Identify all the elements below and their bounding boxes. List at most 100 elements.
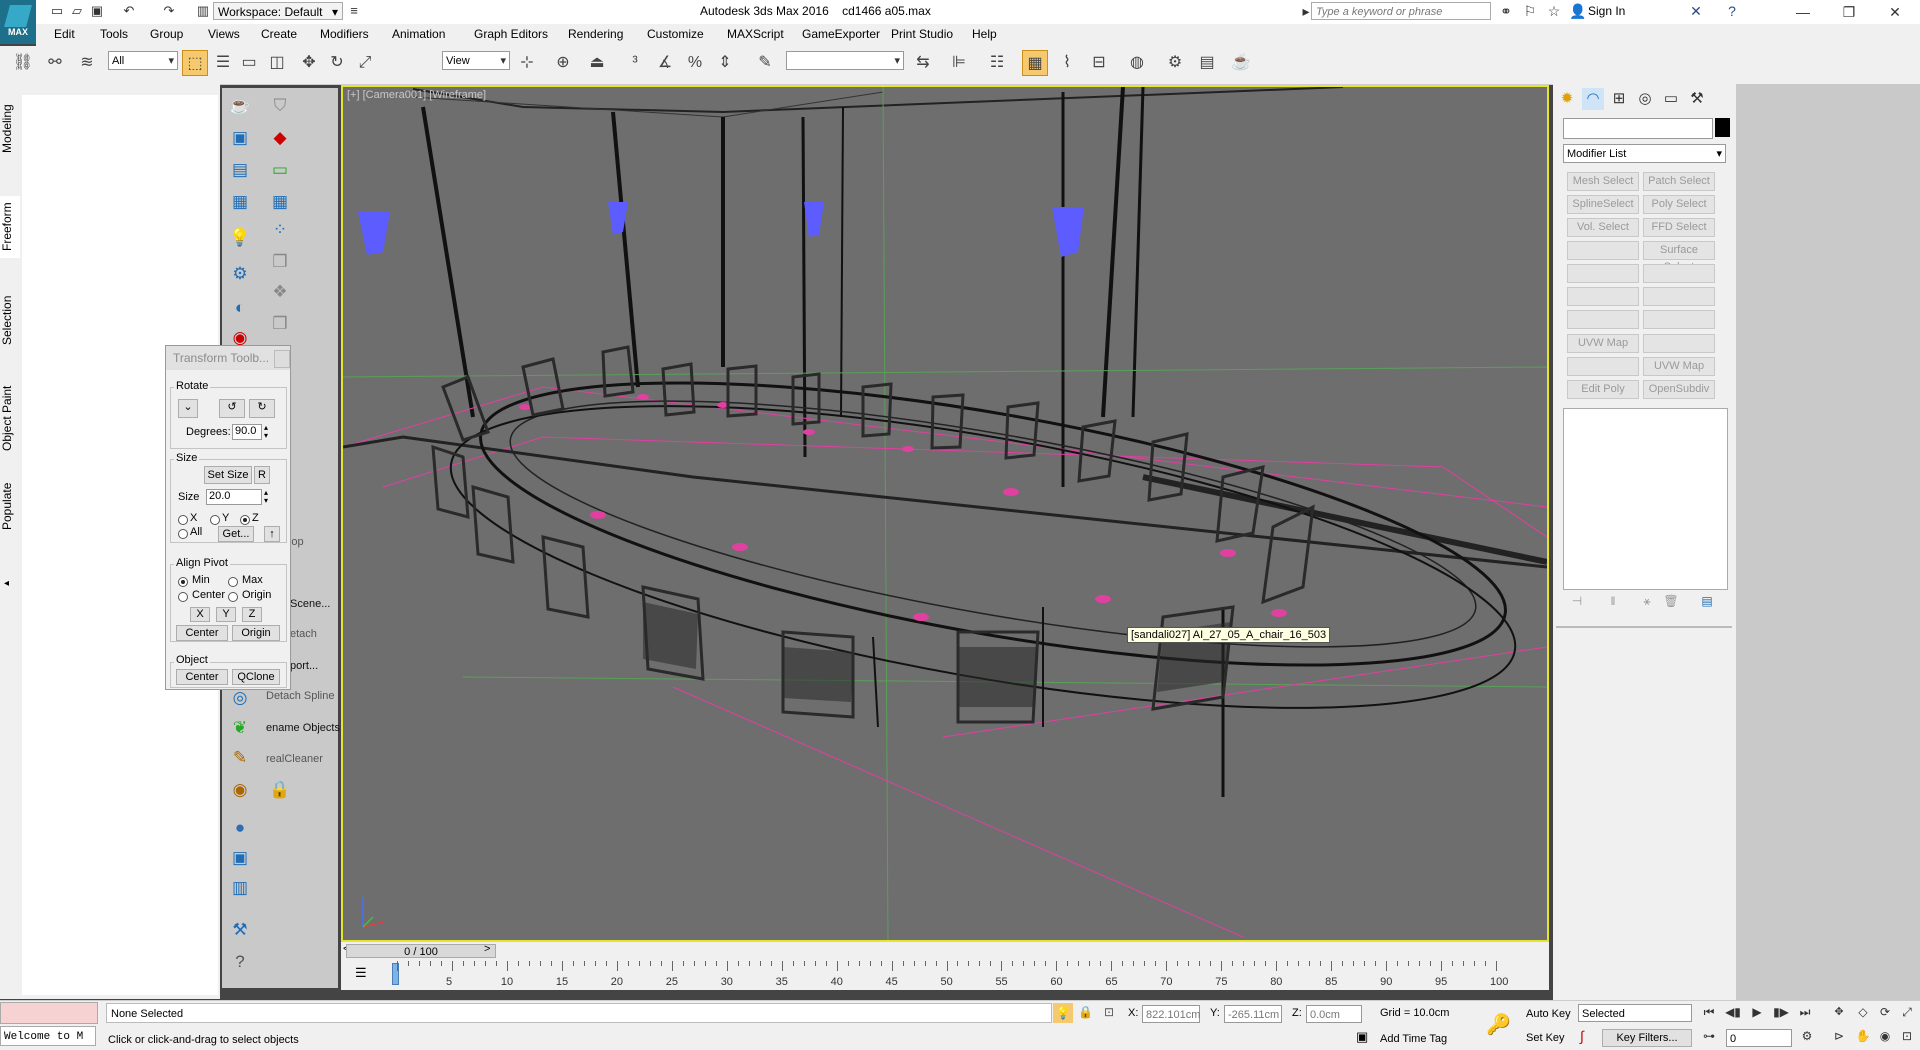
brush-icon[interactable]: ✎ xyxy=(228,746,252,770)
object-center-button[interactable]: Center xyxy=(176,669,228,685)
edit-poly-button[interactable]: Edit Poly xyxy=(1567,380,1639,399)
pivot-x-button[interactable]: X xyxy=(190,607,210,622)
goto-end-icon[interactable]: ⏭ xyxy=(1794,1002,1816,1022)
surface-select-button[interactable]: Surface Select xyxy=(1643,241,1715,273)
mesh-select-button[interactable]: Mesh Select xyxy=(1567,172,1639,191)
keyboard-shortcut-icon[interactable]: ⏏ xyxy=(584,50,610,76)
monitor-icon[interactable]: ▭ xyxy=(268,158,292,182)
field-of-view-icon[interactable]: ◇ xyxy=(1852,1002,1874,1022)
edit-named-sets-icon[interactable]: ✎ xyxy=(752,50,778,76)
axis-y-radio[interactable] xyxy=(210,515,220,525)
menu-group[interactable]: Group xyxy=(150,27,183,41)
key-tangent-icon[interactable]: ∫ xyxy=(1580,1028,1584,1044)
material-editor-icon[interactable]: ◍ xyxy=(1124,50,1150,76)
app-logo[interactable]: MAX xyxy=(0,0,36,44)
spline-select-button[interactable]: SplineSelect xyxy=(1567,195,1639,214)
plant-icon[interactable]: ❦ xyxy=(228,716,252,740)
maxscript-mini-listener[interactable]: Welcome to M xyxy=(0,1026,96,1046)
sphere-icon[interactable]: ◐ xyxy=(228,296,252,320)
next-key-icon[interactable]: ▮▶ xyxy=(1770,1002,1792,1022)
rotate-cw-icon[interactable]: ↻ xyxy=(249,399,275,418)
rotate-axis-dropdown[interactable]: ⌄ xyxy=(178,399,198,418)
reel-icon[interactable]: ◉ xyxy=(228,778,252,802)
render-setup-icon[interactable]: ⚙ xyxy=(1162,50,1188,76)
degrees-spinner[interactable]: ▴ ▾ xyxy=(264,424,268,440)
snaps-toggle-icon[interactable]: ³ xyxy=(622,50,648,76)
up-arrow-icon[interactable]: ↑ xyxy=(264,526,280,542)
cube-icon[interactable]: ❒ xyxy=(268,250,292,274)
key-mode-icon[interactable]: ⊶ xyxy=(1698,1026,1720,1046)
modifier-slot-button[interactable] xyxy=(1567,241,1639,260)
create-tab-icon[interactable]: ✹ xyxy=(1556,88,1578,110)
menu-maxscript[interactable]: MAXScript xyxy=(727,27,784,41)
menu-print-studio[interactable]: Print Studio xyxy=(891,27,953,41)
add-time-tag[interactable]: Add Time Tag xyxy=(1380,1033,1447,1045)
user-icon[interactable]: 👤 xyxy=(1568,2,1588,20)
undo-icon[interactable]: ↶ xyxy=(120,2,138,20)
save-file-icon[interactable]: ▣ xyxy=(88,2,106,20)
tab-modeling[interactable]: Modeling xyxy=(0,98,20,160)
command-label[interactable]: Detach Spline xyxy=(266,690,335,702)
rendered-frame-icon[interactable]: ▤ xyxy=(1194,50,1220,76)
menu-tools[interactable]: Tools xyxy=(100,27,128,41)
walkthrough-icon[interactable]: ⊳ xyxy=(1828,1026,1850,1046)
light-icon[interactable]: 💡 xyxy=(228,226,252,250)
bind-spacewarp-icon[interactable]: ≋ xyxy=(74,50,100,76)
get-button[interactable]: Get... xyxy=(218,526,254,542)
binoculars-icon[interactable]: ⚭ xyxy=(1496,2,1516,20)
calculator-icon[interactable]: ▤ xyxy=(228,158,252,182)
command-label[interactable]: ename Objects xyxy=(266,722,340,734)
percent-snap-icon[interactable]: % xyxy=(682,50,708,76)
search-input[interactable]: Type a keyword or phrase xyxy=(1311,2,1491,20)
modifier-slot-button[interactable] xyxy=(1643,334,1715,353)
pivot-max-radio[interactable] xyxy=(228,577,238,587)
maxscript-listener[interactable] xyxy=(0,1002,98,1024)
reference-coord-dropdown[interactable]: View xyxy=(442,51,510,71)
pan-view-icon[interactable]: ✥ xyxy=(1828,1002,1850,1022)
x-coord-field[interactable]: 822.101cm xyxy=(1142,1005,1200,1023)
modify-tab-icon[interactable]: ◠ xyxy=(1582,88,1604,110)
menu-modifiers[interactable]: Modifiers xyxy=(320,27,369,41)
object-color-swatch[interactable] xyxy=(1715,118,1730,137)
help-circle-icon[interactable]: ? xyxy=(228,950,252,974)
object-name-field[interactable] xyxy=(1563,118,1713,139)
tab-object-paint[interactable]: Object Paint xyxy=(0,382,20,454)
exchange-icon[interactable]: ✕ xyxy=(1686,2,1706,20)
next-frame-icon[interactable]: > xyxy=(484,943,490,955)
tab-selection[interactable]: Selection xyxy=(0,290,20,350)
menu-create[interactable]: Create xyxy=(261,27,297,41)
hierarchy-tab-icon[interactable]: ⊞ xyxy=(1608,88,1630,110)
time-tag-icon[interactable]: ▣ xyxy=(1356,1029,1368,1045)
box-icon[interactable]: ❒ xyxy=(268,312,292,336)
prev-key-icon[interactable]: ◀▮ xyxy=(1722,1002,1744,1022)
favorites-icon[interactable]: ☆ xyxy=(1544,2,1564,20)
grid-icon[interactable]: ▦ xyxy=(228,190,252,214)
degrees-input[interactable]: 90.0 xyxy=(232,424,262,440)
absolute-mode-icon[interactable]: ⊡ xyxy=(1104,1005,1114,1019)
viewport-label[interactable]: [+] [Camera001] [Wireframe] xyxy=(347,89,486,101)
modifier-slot-button[interactable] xyxy=(1567,287,1639,306)
sphere-blue-icon[interactable]: ● xyxy=(228,816,252,840)
qclone-button[interactable]: QClone xyxy=(232,669,280,685)
modifier-slot-button[interactable] xyxy=(1643,287,1715,306)
toolbox-close-icon[interactable] xyxy=(274,350,290,368)
time-config-icon[interactable]: ⚙ xyxy=(1796,1026,1818,1046)
menu-rendering[interactable]: Rendering xyxy=(568,27,623,41)
pivot-min-radio[interactable] xyxy=(178,577,188,587)
show-end-result-icon[interactable]: ‖ xyxy=(1602,594,1624,612)
link-icon[interactable]: ⛓ xyxy=(10,50,36,76)
help-icon[interactable]: ? xyxy=(1722,2,1742,20)
poly-select-button[interactable]: Poly Select xyxy=(1643,195,1715,214)
current-frame-field[interactable]: 0 xyxy=(1726,1029,1792,1047)
remove-modifier-icon[interactable]: 🗑 xyxy=(1660,594,1682,612)
rect-region-icon[interactable]: ▭ xyxy=(236,50,262,76)
layer-manager-icon[interactable]: ☷ xyxy=(984,50,1010,76)
uvw-map-button[interactable]: UVW Map xyxy=(1643,357,1715,376)
sign-in-link[interactable]: Sign In xyxy=(1588,4,1625,18)
schematic-view-icon[interactable]: ⊟ xyxy=(1086,50,1112,76)
menu-customize[interactable]: Customize xyxy=(647,27,704,41)
command-label[interactable]: etach xyxy=(290,628,317,640)
menu-views[interactable]: Views xyxy=(208,27,240,41)
pin-stack-icon[interactable]: ⊣ xyxy=(1566,594,1588,612)
menu-edit[interactable]: Edit xyxy=(54,27,75,41)
